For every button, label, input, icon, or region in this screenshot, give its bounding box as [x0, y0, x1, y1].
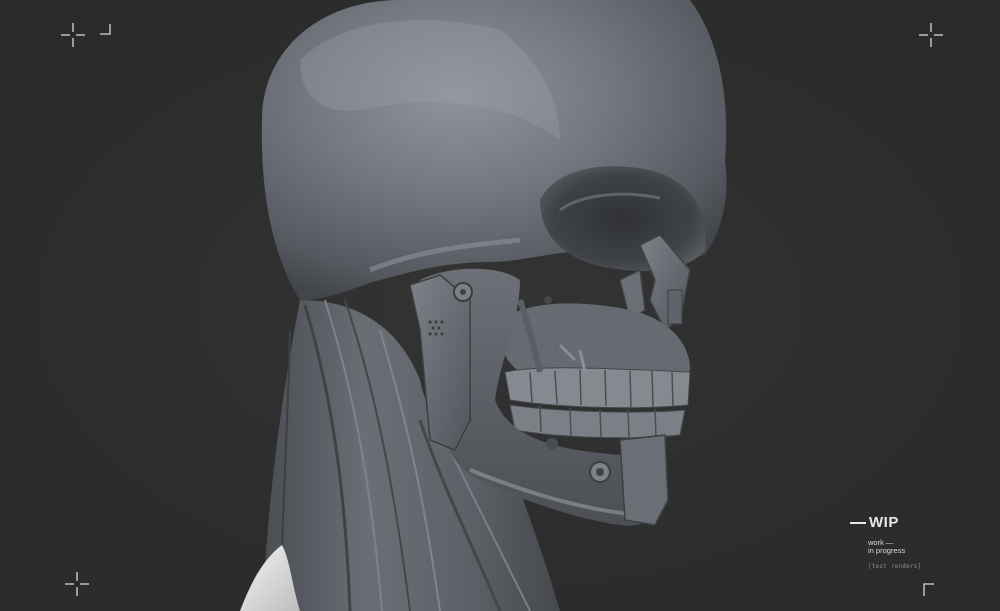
corner-bracket-icon — [923, 583, 934, 596]
wip-title: WIP — [869, 514, 899, 531]
wip-subtitle: work — in progress — [868, 539, 970, 555]
wip-subtitle-line-2: in progress — [868, 546, 906, 555]
artwork-canvas: WIP work — in progress [test renders] — [0, 0, 1000, 611]
teeth — [504, 367, 691, 439]
crosshair-plus-icon — [919, 23, 943, 47]
crosshair-plus-icon — [61, 23, 85, 47]
wip-title-row: WIP — [850, 514, 970, 532]
wip-note: [test renders] — [868, 563, 922, 570]
dash-icon — [850, 522, 866, 524]
crosshair-plus-icon — [65, 572, 89, 596]
corner-bracket-icon — [100, 24, 111, 35]
chin-plate — [619, 434, 669, 526]
wip-label: WIP work — in progress [test renders] — [850, 514, 970, 570]
